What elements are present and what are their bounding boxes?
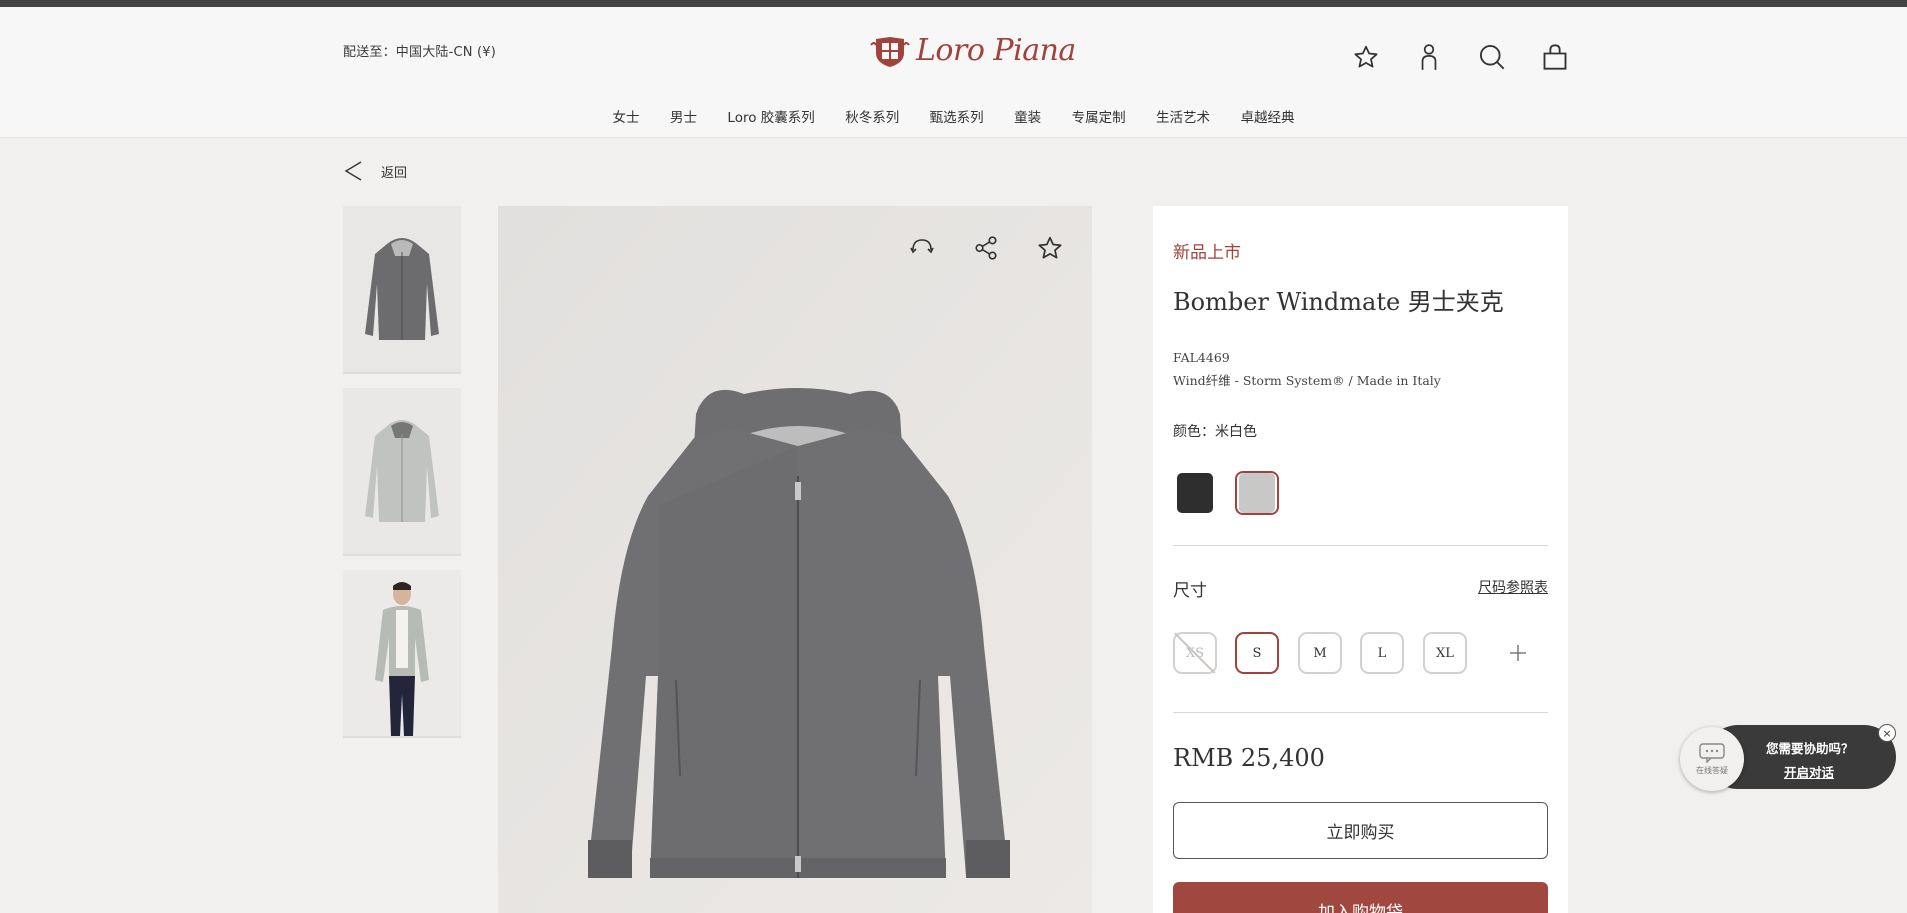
chat-avatar[interactable]: 在线答疑 <box>1680 727 1744 791</box>
divider <box>1173 545 1548 546</box>
product-panel: 新品上市 Bomber Windmate 男士夹克 FAL4469 Wind纤维… <box>1153 206 1568 913</box>
nav-item-capsule[interactable]: Loro 胶囊系列 <box>727 106 814 126</box>
size-option-xs[interactable]: XS <box>1173 632 1217 674</box>
nav-item-excellence[interactable]: 卓越经典 <box>1240 106 1294 126</box>
thumbnail-jacket-reverse[interactable] <box>343 388 461 556</box>
favorite-star-icon[interactable] <box>1036 234 1064 262</box>
thumbnail-model-wearing[interactable] <box>343 570 461 738</box>
top-bar <box>0 0 1907 7</box>
crest-icon <box>870 37 910 67</box>
bag-icon[interactable] <box>1539 40 1571 74</box>
nav-item-bespoke[interactable]: 专属定制 <box>1072 106 1126 126</box>
share-icon[interactable] <box>972 234 1000 262</box>
color-label: 颜色：米白色 <box>1173 424 1257 440</box>
nav-item-men[interactable]: 男士 <box>670 106 697 126</box>
buy-now-button[interactable]: 立即购买 <box>1173 802 1548 859</box>
chat-icon <box>1699 742 1725 763</box>
nav-item-kids[interactable]: 童装 <box>1014 106 1041 126</box>
main-product-image <box>498 206 1092 913</box>
new-arrival-tag: 新品上市 <box>1173 243 1241 263</box>
product-sku: FAL4469 <box>1173 350 1230 365</box>
color-swatch-black[interactable] <box>1173 471 1217 515</box>
nav-item-women[interactable]: 女士 <box>613 106 640 126</box>
jacket-image <box>498 206 1092 913</box>
size-option-m[interactable]: M <box>1298 632 1342 674</box>
chat-question: 您需要协助吗？ <box>1766 741 1854 756</box>
chevron-left-icon <box>344 161 362 181</box>
divider <box>1173 712 1548 713</box>
back-link[interactable]: 返回 <box>343 160 407 182</box>
thumbnail-jacket-front[interactable] <box>343 206 461 374</box>
chat-widget[interactable]: 在线答疑 您需要协助吗？ 开启对话 × <box>1680 724 1896 791</box>
size-option-xl[interactable]: XL <box>1423 632 1467 674</box>
plus-icon[interactable] <box>1503 636 1533 670</box>
nav-item-selection[interactable]: 甄选系列 <box>930 106 984 126</box>
nav-item-living[interactable]: 生活艺术 <box>1156 106 1210 126</box>
close-icon[interactable]: × <box>1878 724 1896 742</box>
size-guide-link[interactable]: 尺码参照表 <box>1478 577 1548 597</box>
color-swatch-off-white[interactable] <box>1235 471 1279 515</box>
image-actions <box>908 234 1064 262</box>
product-title: Bomber Windmate 男士夹克 <box>1173 288 1504 316</box>
back-label: 返回 <box>381 165 408 181</box>
brand-wordmark: Loro Piana <box>916 33 1076 68</box>
star-icon[interactable] <box>1350 40 1382 74</box>
main-nav: 女士 男士 Loro 胶囊系列 秋冬系列 甄选系列 童装 专属定制 生活艺术 卓… <box>0 106 1907 126</box>
size-option-l[interactable]: L <box>1360 632 1404 674</box>
size-label: 尺寸 <box>1173 581 1207 601</box>
user-icon[interactable] <box>1413 40 1445 74</box>
product-price: RMB 25,400 <box>1173 744 1325 772</box>
add-to-bag-button[interactable]: 加入购物袋 <box>1173 882 1548 913</box>
nav-item-fall-winter[interactable]: 秋冬系列 <box>845 106 899 126</box>
size-option-s[interactable]: S <box>1235 632 1279 674</box>
rotate-360-icon[interactable] <box>908 234 936 262</box>
product-material: Wind纤维 - Storm System® / Made in Italy <box>1173 373 1441 388</box>
open-chat-link[interactable]: 开启对话 <box>1784 762 1834 781</box>
shipping-selector[interactable]: 配送至：中国大陆-CN (¥) <box>343 41 496 60</box>
brand-logo[interactable]: Loro Piana <box>870 31 1076 73</box>
search-icon[interactable] <box>1476 40 1508 74</box>
site-header: 配送至：中国大陆-CN (¥) Loro Piana 女士 男士 Loro 胶囊… <box>0 7 1907 138</box>
chat-avatar-label: 在线答疑 <box>1696 765 1728 775</box>
